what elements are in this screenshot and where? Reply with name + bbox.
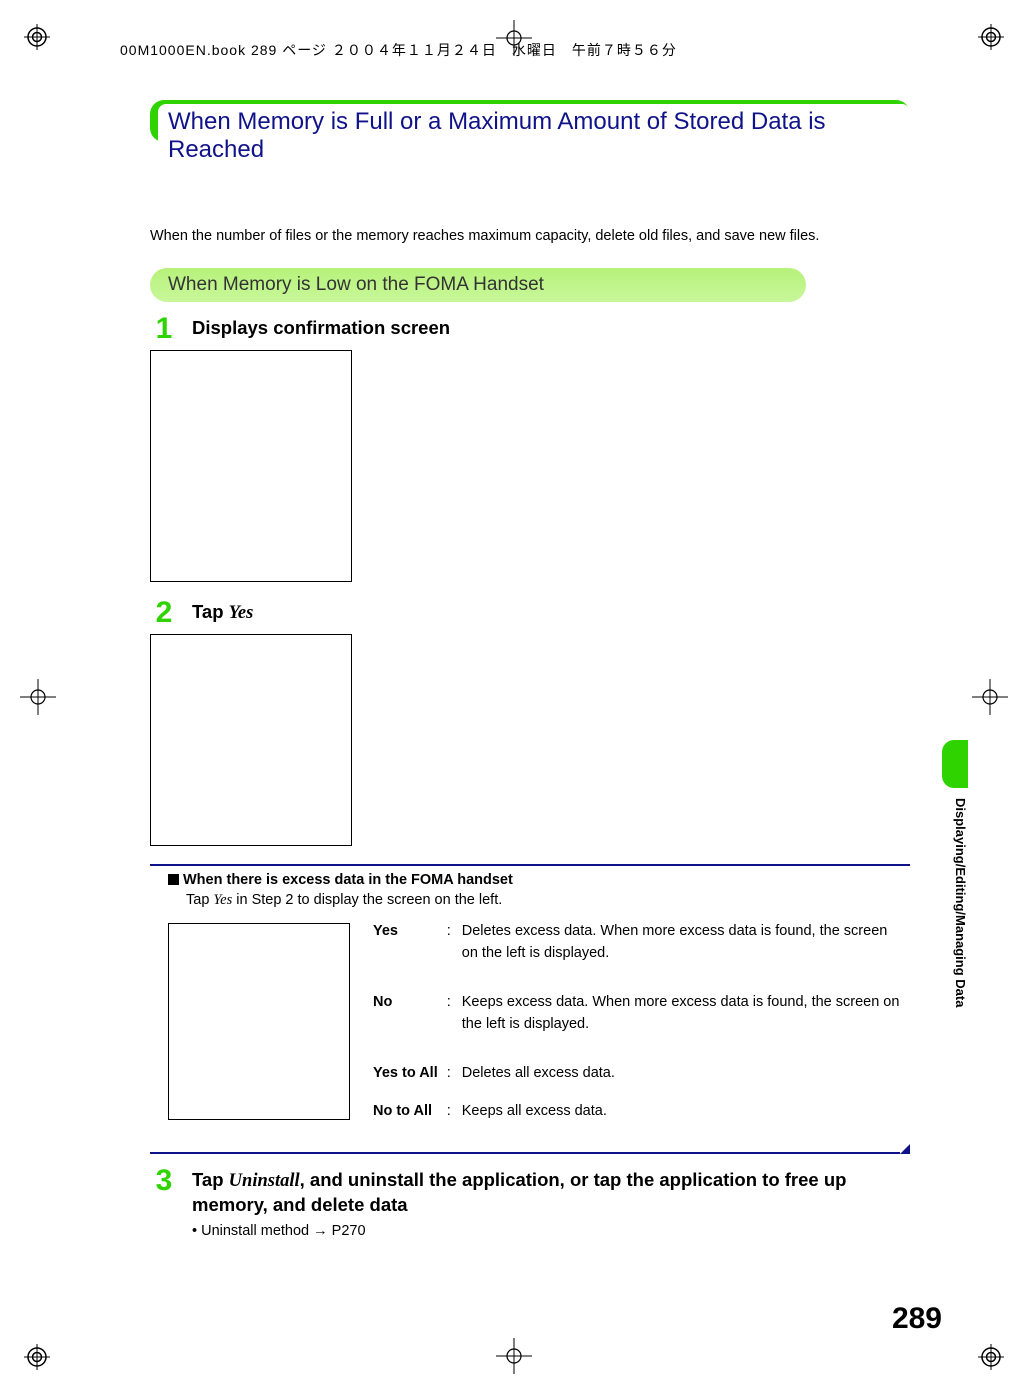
registration-mark-icon [24,1344,50,1370]
note-sub-pre: Tap [186,892,213,908]
document-page: 00M1000EN.book 289 ページ ２００４年１１月２４日 水曜日 午… [0,0,1028,1394]
definition-list: Yes : Deletes excess data. When more exc… [370,917,910,1138]
crop-mark-icon [18,677,58,717]
definition-row: No to All : Keeps all excess data. [372,1099,908,1136]
step-number: 1 [150,314,178,344]
step-number: 3 [150,1166,178,1196]
note-heading-text: When there is excess data in the FOMA ha… [183,872,513,888]
step-body: • Uninstall method → P270 [192,1223,910,1239]
note-heading: When there is excess data in the FOMA ha… [168,872,910,888]
note-row: Yes : Deletes excess data. When more exc… [168,917,910,1138]
definition-text: Keeps excess data. When more excess data… [461,990,908,1059]
definition-label: No [372,990,444,1059]
print-header: 00M1000EN.book 289 ページ ２００４年１１月２４日 水曜日 午… [120,40,677,60]
thumb-tab-label: Displaying/Editing/Managing Data [942,798,968,1007]
note-end-mark-icon [900,1144,910,1154]
step-title-italic: Uninstall [229,1171,300,1191]
step-title: Tap Uninstall, and uninstall the applica… [192,1168,910,1217]
step-3: 3 Tap Uninstall, and uninstall the appli… [150,1168,910,1217]
step-1: 1 Displays confirmation screen [150,316,910,344]
definition-row: Yes to All : Deletes all excess data. [372,1061,908,1098]
registration-mark-icon [978,1344,1004,1370]
thumb-tab: Displaying/Editing/Managing Data [942,740,968,1170]
screenshot-placeholder [168,923,350,1120]
note-divider-line [150,1152,900,1154]
registration-mark-icon [978,24,1004,50]
step-title-pre: Tap [192,1169,229,1190]
definition-label: Yes [372,919,444,988]
crop-mark-icon [970,677,1010,717]
thumb-tab-marker [942,740,968,788]
step-title: Tap Yes [192,600,253,625]
definition-text: Deletes excess data. When more excess da… [461,919,908,988]
definition-label: No to All [372,1099,444,1136]
square-bullet-icon [168,874,179,885]
step-title-italic: Yes [229,603,254,623]
note-subtext: Tap Yes in Step 2 to display the screen … [186,892,910,909]
note-sub-post: in Step 2 to display the screen on the l… [232,892,502,908]
definition-label: Yes to All [372,1061,444,1098]
registration-mark-icon [24,24,50,50]
step-number: 2 [150,598,178,628]
content-area: When Memory is Full or a Maximum Amount … [150,100,910,1239]
screenshot-placeholder [150,634,352,846]
page-title-block: When Memory is Full or a Maximum Amount … [150,100,910,170]
definition-text: Deletes all excess data. [461,1061,908,1098]
definition-row: No : Keeps excess data. When more excess… [372,990,908,1059]
definition-colon: : [446,990,459,1059]
definition-colon: : [446,1061,459,1098]
note-divider [150,864,910,866]
page-title: When Memory is Full or a Maximum Amount … [158,104,910,170]
section-subheading: When Memory is Low on the FOMA Handset [150,268,806,302]
note-divider-end [150,1144,910,1154]
crop-mark-icon [494,1336,534,1376]
step-title-text: Tap [192,601,229,622]
step-2: 2 Tap Yes [150,600,910,628]
intro-text: When the number of files or the memory r… [150,226,910,248]
page-number: 289 [892,1302,942,1336]
definition-colon: : [446,919,459,988]
definition-text: Keeps all excess data. [461,1099,908,1136]
step-title: Displays confirmation screen [192,316,450,340]
note-sub-italic: Yes [213,892,232,908]
screenshot-placeholder [150,350,352,582]
note-block: When there is excess data in the FOMA ha… [150,872,910,1138]
definition-colon: : [446,1099,459,1136]
definition-row: Yes : Deletes excess data. When more exc… [372,919,908,988]
